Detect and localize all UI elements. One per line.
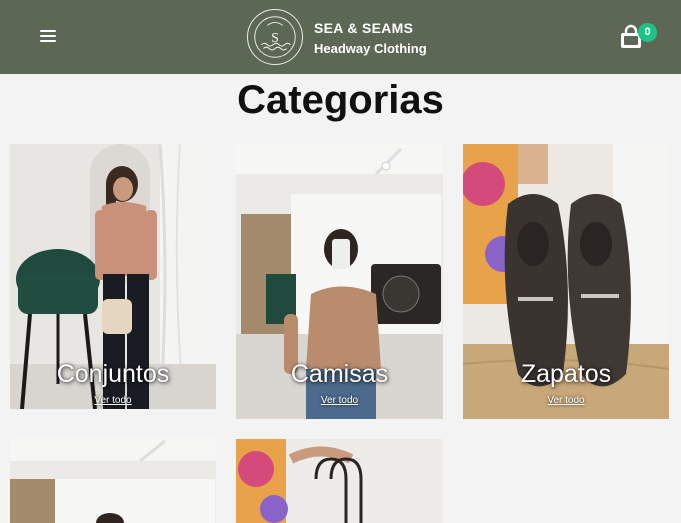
category-card-camisas[interactable]: Camisas Ver todo: [236, 144, 443, 419]
category-photo: [10, 439, 216, 523]
cart-count-badge: 0: [638, 23, 657, 42]
brand-text: SEA & SEAMS Headway Clothing: [314, 20, 427, 56]
logo-letter: S: [271, 30, 279, 45]
category-title: Zapatos: [520, 360, 612, 388]
view-all-link[interactable]: Ver todo: [463, 395, 669, 406]
category-photo: [236, 439, 443, 523]
category-card-zapatos[interactable]: Zapatos Ver todo: [463, 144, 669, 419]
hamburger-menu-icon[interactable]: [40, 30, 56, 44]
brand-name: SEA & SEAMS: [314, 20, 414, 36]
category-card-5[interactable]: [236, 439, 443, 523]
category-card-4[interactable]: [10, 439, 216, 523]
category-title: Camisas: [290, 360, 389, 388]
view-all-link[interactable]: Ver todo: [236, 395, 443, 406]
brand-tagline: Headway Clothing: [314, 41, 427, 56]
category-title: Conjuntos: [56, 360, 170, 388]
view-all-link[interactable]: Ver todo: [10, 395, 216, 406]
page-title: Categorias: [237, 78, 444, 122]
top-header: S SEA & SEAMS Headway Clothing 0: [0, 0, 681, 74]
brand-logo[interactable]: S: [247, 9, 303, 65]
category-card-conjuntos[interactable]: Conjuntos Ver todo: [10, 144, 216, 409]
